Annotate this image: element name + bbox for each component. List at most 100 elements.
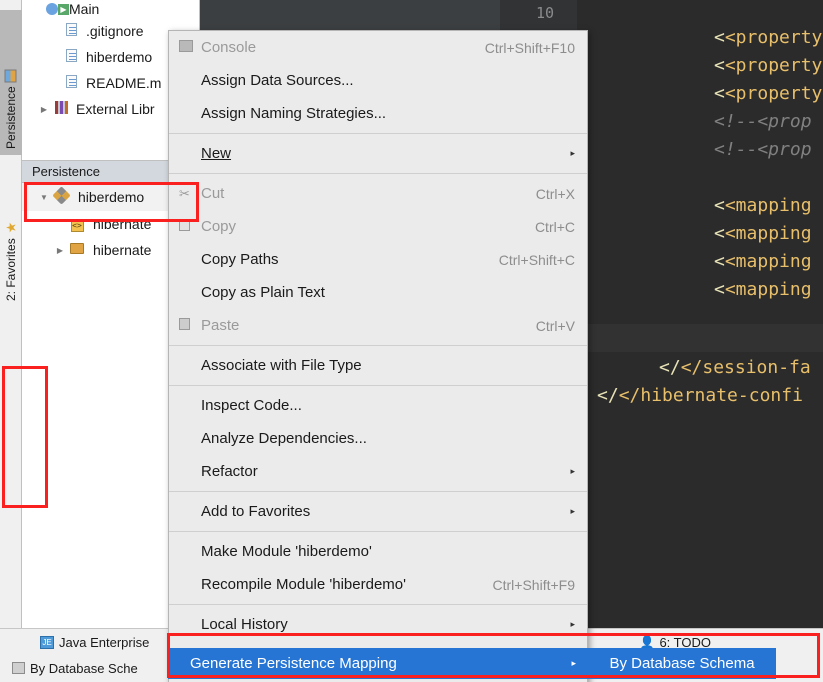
- tree-item-label: External Libr: [76, 101, 155, 117]
- menu-item-refactor[interactable]: Refactor ▸: [169, 455, 587, 488]
- hibernate-cfg-icon: <>: [68, 217, 86, 232]
- submenu-arrow-icon: ▸: [571, 658, 576, 669]
- menu-item-copy-paths[interactable]: Copy Paths Ctrl+Shift+C: [169, 243, 587, 276]
- menu-item-make-module[interactable]: Make Module 'hiberdemo': [169, 535, 587, 568]
- libraries-icon: [52, 101, 70, 117]
- strip-tab-persistence[interactable]: Persistence: [0, 10, 22, 155]
- persistence-node-label: hiberdemo: [78, 189, 144, 205]
- code-line: </</hibernate-confi: [597, 382, 803, 410]
- menu-item-cut[interactable]: ✂ Cut Ctrl+X: [169, 177, 587, 210]
- menu-item-shortcut: Ctrl+C: [535, 219, 575, 235]
- tree-item-label: .gitignore: [86, 23, 144, 39]
- menu-item-inspect-code[interactable]: Inspect Code...: [169, 389, 587, 422]
- code-line: <<property: [714, 52, 822, 80]
- menu-item-analyze-dependencies[interactable]: Analyze Dependencies...: [169, 422, 587, 455]
- menu-item-shortcut: Ctrl+Shift+C: [499, 252, 575, 268]
- menu-separator: [169, 604, 587, 605]
- menu-item-label: Cut: [201, 185, 516, 202]
- menu-item-label: Refactor: [201, 463, 558, 480]
- code-line: <<mapping: [714, 276, 812, 304]
- tree-item-label: README.m: [86, 75, 161, 91]
- status-java-enterprise[interactable]: JE Java Enterprise: [40, 635, 149, 650]
- context-menu[interactable]: Console Ctrl+Shift+F10 Assign Data Sourc…: [168, 30, 588, 682]
- submenu-item-label: By Database Schema: [609, 655, 754, 672]
- copy-icon: [179, 219, 201, 234]
- menu-item-associate-with-file-type[interactable]: Associate with File Type: [169, 349, 587, 382]
- status-label: Java Enterprise: [59, 635, 149, 650]
- menu-item-add-to-favorites[interactable]: Add to Favorites ▸: [169, 495, 587, 528]
- star-icon: ★: [5, 222, 18, 234]
- menu-item-label: Console: [201, 39, 465, 56]
- menu-item-label: Inspect Code...: [201, 397, 575, 414]
- tool-window-strip: Persistence 2: Favorites ★: [0, 0, 22, 628]
- menu-item-generate-persistence-mapping[interactable]: Generate Persistence Mapping ▸: [168, 648, 588, 679]
- editor-code-area[interactable]: <<property <<property <<property <!--<pr…: [577, 0, 823, 628]
- strip-tab-favorites[interactable]: 2: Favorites ★: [0, 172, 22, 307]
- status-by-database-schema[interactable]: By Database Sche: [12, 661, 138, 676]
- code-line: <<mapping: [714, 248, 812, 276]
- persistence-node-label: hibernate: [93, 216, 151, 232]
- menu-separator: [169, 531, 587, 532]
- todo-icon: 👤: [640, 635, 655, 649]
- menu-item-label: New: [201, 145, 231, 162]
- menu-item-label: Associate with File Type: [201, 357, 575, 374]
- line-number: 10: [536, 4, 554, 22]
- menu-item-label: Add to Favorites: [201, 503, 558, 520]
- menu-item-label: Recompile Module 'hiberdemo': [201, 576, 473, 593]
- menu-item-shortcut: Ctrl+V: [536, 318, 575, 334]
- menu-item-assign-naming-strategies[interactable]: Assign Naming Strategies...: [169, 97, 587, 130]
- tree-item-label: hiberdemo: [86, 49, 152, 65]
- ide-window: Persistence 2: Favorites ★ ▶ Main .gitig…: [0, 0, 823, 682]
- menu-item-shortcut: Ctrl+Shift+F10: [485, 40, 575, 56]
- submenu-item-by-database-schema[interactable]: By Database Schema: [588, 648, 776, 679]
- run-icon: ▶: [58, 4, 69, 15]
- scissors-icon: ✂: [179, 186, 201, 202]
- menu-item-new[interactable]: New ▸: [169, 137, 587, 170]
- status-label: By Database Sche: [30, 661, 138, 676]
- menu-separator: [169, 173, 587, 174]
- persistence-unit-icon: [52, 189, 70, 205]
- menu-separator: [169, 385, 587, 386]
- caret-line-highlight: [577, 324, 823, 352]
- menu-item-paste[interactable]: Paste Ctrl+V: [169, 309, 587, 342]
- java-enterprise-icon: JE: [40, 636, 54, 649]
- menu-item-label: Analyze Dependencies...: [201, 430, 575, 447]
- persistence-node-label: hibernate: [93, 242, 151, 258]
- menu-separator: [169, 133, 587, 134]
- menu-item-label: Copy as Plain Text: [201, 284, 575, 301]
- console-icon: [179, 40, 201, 55]
- menu-item-recompile-module[interactable]: Recompile Module 'hiberdemo' Ctrl+Shift+…: [169, 568, 587, 601]
- chevron-down-icon[interactable]: ▼: [36, 193, 52, 202]
- file-icon: [62, 23, 80, 39]
- submenu-arrow-icon: ▸: [570, 506, 575, 517]
- strip-tab-label: Persistence: [4, 86, 18, 149]
- tree-row[interactable]: ▶ Main: [22, 0, 199, 18]
- database-schema-icon: [12, 662, 25, 674]
- paste-icon: [179, 318, 201, 333]
- code-line: <<mapping: [714, 192, 812, 220]
- submenu-arrow-icon: ▸: [570, 466, 575, 477]
- chevron-right-icon[interactable]: ▶: [52, 246, 68, 255]
- menu-item-label: Make Module 'hiberdemo': [201, 543, 575, 560]
- class-icon: [46, 3, 58, 15]
- menu-separator: [169, 491, 587, 492]
- persistence-icon: [5, 70, 17, 83]
- code-line: <<property: [714, 80, 822, 108]
- menu-item-label: Copy: [201, 218, 515, 235]
- chevron-right-icon[interactable]: ▶: [36, 105, 52, 114]
- menu-item-copy-as-plain-text[interactable]: Copy as Plain Text: [169, 276, 587, 309]
- strip-tab-label: 2: Favorites: [4, 238, 18, 301]
- menu-item-local-history[interactable]: Local History ▸: [169, 608, 587, 641]
- menu-item-copy[interactable]: Copy Ctrl+C: [169, 210, 587, 243]
- menu-item-label: Generate Persistence Mapping: [190, 655, 397, 672]
- menu-item-shortcut: Ctrl+X: [536, 186, 575, 202]
- menu-item-label: Copy Paths: [201, 251, 479, 268]
- menu-item-label: Assign Data Sources...: [201, 72, 575, 89]
- module-file-icon: [62, 49, 80, 65]
- code-line: <<property: [714, 24, 822, 52]
- submenu-arrow-icon: ▸: [570, 148, 575, 159]
- submenu-arrow-icon: ▸: [570, 619, 575, 630]
- menu-item-label: Assign Naming Strategies...: [201, 105, 575, 122]
- menu-item-console[interactable]: Console Ctrl+Shift+F10: [169, 31, 587, 64]
- menu-item-assign-data-sources[interactable]: Assign Data Sources...: [169, 64, 587, 97]
